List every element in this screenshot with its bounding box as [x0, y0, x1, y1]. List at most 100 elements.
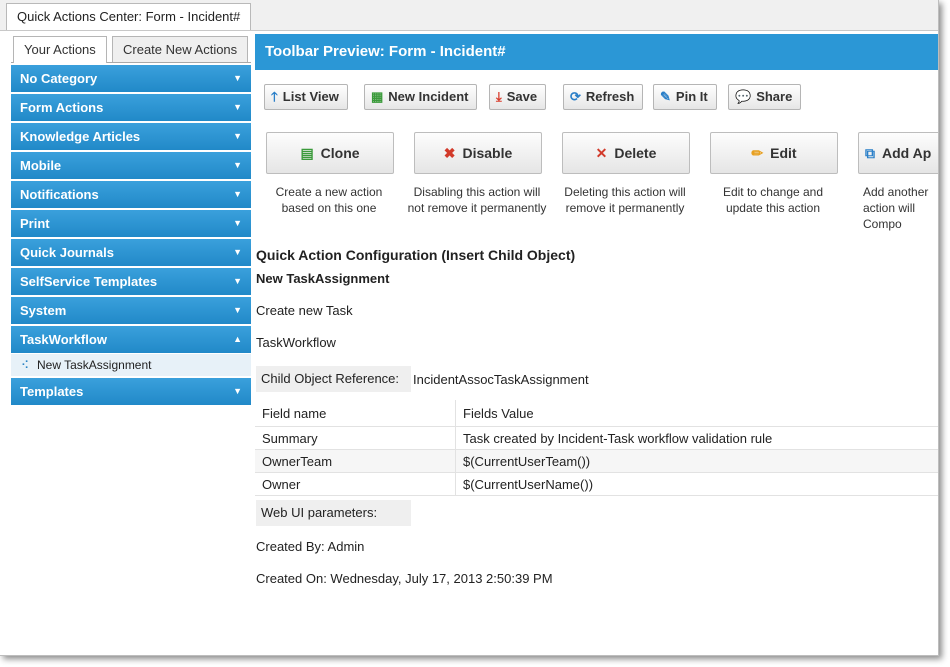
chevron-down-icon: ▼: [233, 276, 242, 286]
pin-it-button[interactable]: ✎ Pin It: [653, 84, 717, 110]
new-incident-button[interactable]: ▦ New Incident: [364, 84, 478, 110]
table-header-row: Field name Fields Value: [255, 400, 938, 427]
column-header: Field name: [255, 400, 456, 427]
page-title: Toolbar Preview: Form - Incident#: [255, 34, 938, 70]
tab-create-new-actions[interactable]: Create New Actions: [112, 36, 249, 62]
sidebar: Your Actions Create New Actions No Categ…: [11, 34, 251, 405]
category-label: Quick Journals: [20, 245, 114, 260]
list-item-new-taskassignment[interactable]: ⠪ New TaskAssignment: [11, 354, 251, 376]
created-by: Created By: Admin: [256, 539, 365, 554]
add-icon: ⧉: [865, 145, 875, 161]
chevron-down-icon: ▼: [233, 189, 242, 199]
arrow-up-icon: 🡑: [271, 89, 278, 104]
document-tab-bar: Quick Actions Center: Form - Incident#: [0, 0, 938, 31]
column-header: Fields Value: [455, 400, 938, 427]
child-object-reference-label: Child Object Reference:: [256, 366, 411, 392]
list-view-button[interactable]: 🡑 List View: [264, 84, 348, 110]
refresh-button[interactable]: ⟳ Refresh: [563, 84, 644, 110]
delete-button[interactable]: ✕ Delete: [562, 132, 690, 174]
table-row: Owner $(CurrentUserName()): [255, 472, 938, 496]
quick-actions-window: Quick Actions Center: Form - Incident# Y…: [0, 0, 939, 656]
config-subtitle: New TaskAssignment: [256, 271, 390, 286]
workflow-icon: ⠪: [21, 360, 30, 372]
button-label: Edit: [770, 145, 797, 161]
category-label: System: [20, 303, 67, 318]
button-label: List View: [282, 89, 339, 104]
button-label: Pin It: [675, 89, 708, 104]
category-mobile[interactable]: Mobile ▼: [11, 152, 251, 179]
category-label: No Category: [20, 71, 98, 86]
chevron-down-icon: ▼: [233, 386, 242, 396]
category-form-actions[interactable]: Form Actions ▼: [11, 94, 251, 121]
button-label: Refresh: [585, 89, 635, 104]
chevron-down-icon: ▼: [233, 218, 242, 228]
category-selfservice-templates[interactable]: SelfService Templates ▼: [11, 268, 251, 295]
web-ui-parameters-label: Web UI parameters:: [256, 500, 411, 526]
button-label: Save: [506, 89, 538, 104]
chevron-up-icon: ▲: [233, 334, 242, 344]
clone-button[interactable]: ▤ Clone: [266, 132, 394, 174]
field-name-cell: OwnerTeam: [255, 449, 456, 473]
refresh-icon: ⟳: [570, 89, 581, 104]
fields-table: Field name Fields Value Summary Task cre…: [255, 400, 938, 496]
category-no-category[interactable]: No Category ▼: [11, 65, 251, 92]
chevron-down-icon: ▼: [233, 247, 242, 257]
category-knowledge-articles[interactable]: Knowledge Articles ▼: [11, 123, 251, 150]
category-print[interactable]: Print ▼: [11, 210, 251, 237]
add-description: Add another action will Compo: [863, 185, 929, 231]
save-button[interactable]: ⤓ Save: [489, 84, 547, 110]
delete-icon: ✕: [595, 145, 608, 161]
field-value-cell: $(CurrentUserName()): [455, 472, 938, 496]
button-label: Clone: [320, 145, 360, 161]
disable-icon: ✖: [443, 145, 456, 161]
field-name-cell: Owner: [255, 472, 456, 496]
save-icon: ⤓: [496, 89, 502, 104]
category-taskworkflow[interactable]: TaskWorkflow ▲: [11, 326, 251, 353]
category-notifications[interactable]: Notifications ▼: [11, 181, 251, 208]
pin-icon: ✎: [660, 89, 671, 104]
category-label: Knowledge Articles: [20, 129, 141, 144]
edit-icon: ✏: [751, 145, 764, 161]
disable-button[interactable]: ✖ Disable: [414, 132, 542, 174]
button-label: Add Ap: [882, 145, 932, 161]
category-templates[interactable]: Templates ▼: [11, 378, 251, 405]
edit-button[interactable]: ✏ Edit: [710, 132, 838, 174]
clone-icon: ▤: [300, 145, 314, 161]
chevron-down-icon: ▼: [233, 131, 242, 141]
category-label: Mobile: [20, 158, 62, 173]
chevron-down-icon: ▼: [233, 160, 242, 170]
config-category: TaskWorkflow: [256, 335, 336, 350]
document-tab[interactable]: Quick Actions Center: Form - Incident#: [6, 3, 252, 30]
list-item-label: New TaskAssignment: [37, 358, 152, 372]
category-label: TaskWorkflow: [20, 332, 107, 347]
category-label: Form Actions: [20, 100, 104, 115]
clone-description: Create a new action based on this one: [275, 185, 383, 215]
field-value-cell: Task created by Incident-Task workflow v…: [455, 426, 938, 450]
config-description: Create new Task: [256, 303, 353, 318]
chevron-down-icon: ▼: [233, 73, 242, 83]
field-value-cell: $(CurrentUserTeam()): [455, 449, 938, 473]
created-on: Created On: Wednesday, July 17, 2013 2:5…: [256, 571, 553, 586]
edit-description: Edit to change and update this action: [722, 185, 824, 215]
delete-description: Deleting this action will remove it perm…: [564, 185, 686, 215]
button-label: Share: [756, 89, 793, 104]
category-label: Templates: [20, 384, 84, 399]
button-label: Delete: [614, 145, 657, 161]
add-action-button[interactable]: ⧉ Add Ap: [858, 132, 938, 174]
category-system[interactable]: System ▼: [11, 297, 251, 324]
share-button[interactable]: 💬 Share: [728, 84, 802, 110]
table-row: OwnerTeam $(CurrentUserTeam()): [255, 449, 938, 473]
new-incident-icon: ▦: [371, 89, 384, 104]
table-row: Summary Task created by Incident-Task wo…: [255, 426, 938, 450]
sidebar-tabs: Your Actions Create New Actions: [11, 34, 251, 63]
share-icon: 💬: [735, 89, 752, 104]
tab-your-actions[interactable]: Your Actions: [13, 36, 107, 63]
chevron-down-icon: ▼: [233, 305, 242, 315]
category-label: SelfService Templates: [20, 274, 158, 289]
button-label: Disable: [462, 145, 513, 161]
config-title: Quick Action Configuration (Insert Child…: [256, 247, 576, 263]
category-quick-journals[interactable]: Quick Journals ▼: [11, 239, 251, 266]
chevron-down-icon: ▼: [233, 102, 242, 112]
button-label: New Incident: [388, 89, 469, 104]
category-label: Print: [20, 216, 50, 231]
